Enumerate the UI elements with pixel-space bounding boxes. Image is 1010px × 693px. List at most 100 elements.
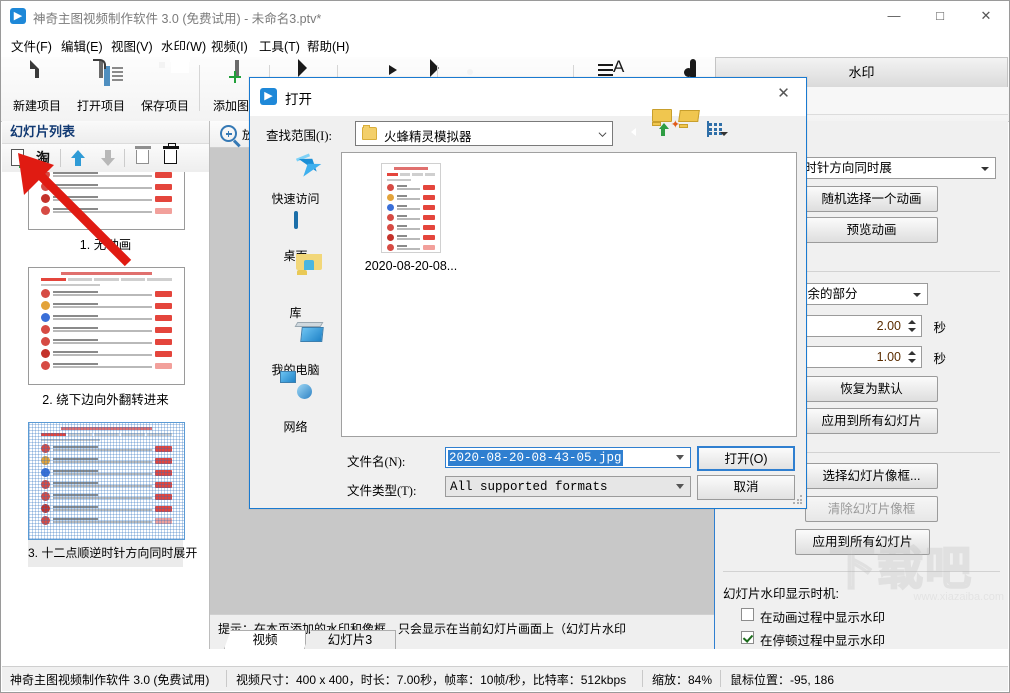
menu-help[interactable]: 帮助(H) bbox=[307, 36, 349, 55]
chevron-down-icon[interactable] bbox=[676, 455, 684, 460]
slide-thumbnail[interactable] bbox=[28, 422, 185, 540]
new-project-button[interactable]: 新建项目 bbox=[5, 60, 69, 114]
new-folder-icon[interactable]: ✦ bbox=[671, 110, 701, 144]
open-project-button[interactable]: 打开项目 bbox=[69, 59, 133, 114]
tab-slide-3[interactable]: 幻灯片3 bbox=[304, 630, 396, 649]
status-divider-1 bbox=[226, 670, 227, 687]
app-icon: ▶ bbox=[260, 88, 277, 105]
slide-list-panel: 幻灯片列表 淘 1. 无动画 2. 绕下边向外翻转进来 3. 十二点顺逆时针方向… bbox=[2, 121, 210, 649]
dialog-file-list[interactable]: 2020-08-20-08... bbox=[341, 152, 797, 437]
duration-unit: 秒 bbox=[933, 321, 946, 335]
save-project-label: 保存项目 bbox=[140, 99, 189, 113]
cancel-button[interactable]: 取消 bbox=[697, 475, 795, 500]
menu-bar: 文件(F) 编辑(E) 视图(V) 水印(W) 视频(I) 工具(T) 帮助(H… bbox=[1, 32, 1009, 84]
image-thumbnail bbox=[381, 163, 441, 253]
file-name-input[interactable]: 2020-08-20-08-43-05.jpg bbox=[445, 447, 691, 468]
stepper-down-icon[interactable] bbox=[908, 359, 916, 363]
list-item[interactable]: 3. 十二点顺逆时针方向同时展开 bbox=[28, 422, 197, 567]
quick-access-star-icon bbox=[281, 152, 321, 182]
chevron-down-icon[interactable] bbox=[676, 484, 684, 489]
menu-video[interactable]: 视频(I) bbox=[211, 36, 248, 55]
app-icon: ▶ bbox=[10, 8, 26, 24]
transition-value: 1.00 bbox=[876, 350, 901, 364]
taobao-icon[interactable]: 淘 bbox=[34, 148, 56, 169]
look-in-label: 查找范围(I): bbox=[266, 129, 332, 143]
checkbox-show-during-pause[interactable] bbox=[741, 631, 754, 644]
place-library[interactable]: 库 bbox=[251, 254, 340, 323]
stepper-down-icon[interactable] bbox=[908, 328, 916, 332]
open-project-label: 打开项目 bbox=[76, 99, 125, 113]
slide-caption: 2. 绕下边向外翻转进来 bbox=[42, 393, 169, 407]
open-button[interactable]: 打开(O) bbox=[697, 446, 795, 471]
slide-toolbar-sep-1 bbox=[60, 149, 61, 167]
slide-caption: 3. 十二点顺逆时针方向同时展开 bbox=[28, 540, 197, 567]
status-zoom: 缩放：84% bbox=[652, 673, 713, 687]
apply-all-slides-button-1[interactable]: 应用到所有幻灯片 bbox=[805, 408, 938, 434]
maximize-button[interactable]: □ bbox=[917, 1, 963, 31]
status-mouse-position: 鼠标位置：-95, 186 bbox=[730, 673, 835, 687]
random-animation-button[interactable]: 随机选择一个动画 bbox=[805, 186, 938, 212]
close-icon: ✕ bbox=[980, 8, 992, 23]
move-down-icon[interactable] bbox=[98, 148, 120, 169]
menu-tools[interactable]: 工具(T) bbox=[259, 36, 300, 55]
menu-file[interactable]: 文件(F) bbox=[11, 36, 52, 55]
watermark-timing-label: 幻灯片水印显示时机: bbox=[723, 587, 839, 601]
status-app-name: 神奇主图视频制作软件 3.0 (免费试用) bbox=[10, 673, 210, 687]
file-name-value: 2020-08-20-08-43-05.jpg bbox=[448, 450, 623, 466]
duration-value: 2.00 bbox=[876, 319, 901, 333]
site-watermark-url: www.xiazaiba.com bbox=[913, 591, 1004, 603]
dialog-title-bar: ▶ 打开 ✕ bbox=[250, 78, 806, 116]
desktop-icon bbox=[281, 211, 311, 239]
panel-divider-3 bbox=[723, 571, 1000, 572]
slide-thumbnail[interactable] bbox=[28, 172, 185, 230]
choose-slide-frame-button[interactable]: 选择幻灯片像框... bbox=[805, 463, 938, 489]
dialog-navigation-bar: 查找范围(I): 火蜂精灵模拟器 ✦ bbox=[250, 109, 806, 152]
delete-slide-icon[interactable] bbox=[132, 146, 154, 169]
move-up-icon[interactable] bbox=[68, 148, 90, 169]
place-quick-access[interactable]: 快速访问 bbox=[251, 152, 340, 209]
view-mode-chevron-down-icon[interactable] bbox=[720, 132, 728, 136]
place-my-computer[interactable]: 我的电脑 bbox=[251, 322, 340, 380]
checkbox-show-during-animation[interactable] bbox=[741, 608, 754, 621]
menu-view[interactable]: 视图(V) bbox=[111, 36, 153, 55]
new-document-icon bbox=[20, 60, 54, 96]
place-label: 库 bbox=[289, 306, 302, 320]
chevron-down-icon bbox=[913, 293, 921, 297]
transition-unit: 秒 bbox=[933, 352, 946, 366]
list-item[interactable]: 1. 无动画 bbox=[28, 172, 185, 259]
minimize-icon: — bbox=[887, 8, 901, 23]
restore-default-button[interactable]: 恢复为默认 bbox=[805, 376, 938, 402]
slide-list-toolbar: 淘 bbox=[2, 143, 209, 173]
save-disk-icon bbox=[148, 50, 190, 96]
file-type-select[interactable]: All supported formats bbox=[445, 476, 691, 497]
place-network[interactable]: 网络 bbox=[251, 371, 340, 437]
tab-video[interactable]: 视频 bbox=[224, 630, 306, 649]
dialog-close-button[interactable]: ✕ bbox=[761, 78, 806, 110]
look-in-value: 火蜂精灵模拟器 bbox=[384, 130, 472, 144]
list-item[interactable]: 2. 绕下边向外翻转进来 bbox=[28, 267, 185, 414]
close-button[interactable]: ✕ bbox=[963, 1, 1009, 31]
slide-toolbar-sep-2 bbox=[124, 149, 125, 167]
resize-grip[interactable] bbox=[793, 495, 803, 505]
zoom-in-icon[interactable] bbox=[220, 125, 237, 142]
slide-list[interactable]: 1. 无动画 2. 绕下边向外翻转进来 3. 十二点顺逆时针方向同时展开 bbox=[2, 172, 209, 649]
maximize-icon: □ bbox=[936, 8, 944, 23]
minimize-button[interactable]: — bbox=[871, 1, 917, 31]
clear-all-icon[interactable] bbox=[160, 143, 182, 169]
slide-thumbnail[interactable] bbox=[28, 267, 185, 385]
save-project-button[interactable]: 保存项目 bbox=[133, 50, 197, 114]
slide-thumbnail-content bbox=[29, 268, 184, 384]
apply-all-slides-button-2[interactable]: 应用到所有幻灯片 bbox=[795, 529, 930, 555]
checkbox-animation-label: 在动画过程中显示水印 bbox=[760, 611, 886, 625]
stepper-up-icon[interactable] bbox=[908, 351, 916, 355]
add-slide-icon[interactable] bbox=[8, 148, 30, 170]
menu-edit[interactable]: 编辑(E) bbox=[61, 36, 103, 55]
back-icon[interactable] bbox=[625, 122, 647, 144]
my-computer-icon bbox=[281, 322, 324, 353]
status-divider-3 bbox=[720, 670, 721, 687]
ribbon-separator-1 bbox=[199, 65, 200, 111]
list-item[interactable]: 2020-08-20-08... bbox=[356, 163, 466, 273]
stepper-up-icon[interactable] bbox=[908, 320, 916, 324]
preview-animation-button[interactable]: 预览动画 bbox=[805, 217, 938, 243]
look-in-select[interactable]: 火蜂精灵模拟器 bbox=[355, 121, 613, 146]
